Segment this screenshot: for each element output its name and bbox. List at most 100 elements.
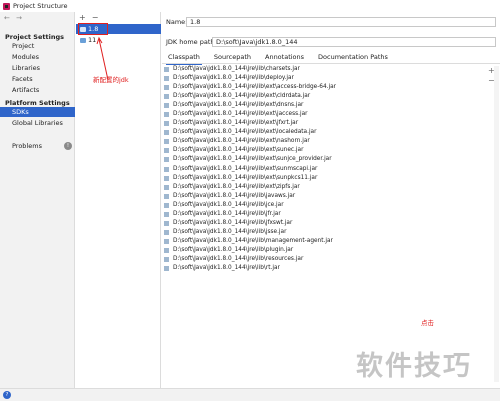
classpath-entry: D:\soft\Java\jdk1.8.0_144\jre\lib\rt.jar	[173, 265, 280, 272]
name-label: Name:	[166, 18, 188, 26]
title-bar: Project Structure	[0, 0, 500, 12]
classpath-row[interactable]: D:\soft\Java\jdk1.8.0_144\jre\lib\deploy…	[162, 74, 482, 83]
jar-icon	[164, 247, 169, 253]
classpath-entry: D:\soft\Java\jdk1.8.0_144\jre\lib\deploy…	[173, 75, 294, 82]
classpath-entry: D:\soft\Java\jdk1.8.0_144\jre\lib\javaws…	[173, 192, 296, 199]
classpath-entry: D:\soft\Java\jdk1.8.0_144\jre\lib\ext\ac…	[173, 84, 337, 91]
classpath-entry: D:\soft\Java\jdk1.8.0_144\jre\lib\plugin…	[173, 246, 294, 253]
new-jdk-annotation: 新配置的jdk	[93, 76, 129, 84]
jar-icon	[164, 184, 169, 190]
jar-icon	[164, 220, 169, 226]
jar-icon	[164, 257, 169, 262]
jar-icon	[164, 266, 169, 272]
classpath-list: D:\soft\Java\jdk1.8.0_144\jre\lib\charse…	[162, 65, 482, 273]
sdk-toolbar: + −	[79, 13, 98, 22]
classpath-row[interactable]: D:\soft\Java\jdk1.8.0_144\jre\lib\manage…	[162, 237, 482, 246]
classpath-row[interactable]: D:\soft\Java\jdk1.8.0_144\jre\lib\charse…	[162, 65, 482, 74]
classpath-entry: D:\soft\Java\jdk1.8.0_144\jre\lib\ext\dn…	[173, 102, 304, 109]
jar-icon	[164, 229, 169, 235]
classpath-row[interactable]: D:\soft\Java\jdk1.8.0_144\jre\lib\plugin…	[162, 246, 482, 255]
classpath-row[interactable]: D:\soft\Java\jdk1.8.0_144\jre\lib\ext\su…	[162, 146, 482, 155]
classpath-entry: D:\soft\Java\jdk1.8.0_144\jre\lib\ext\zi…	[173, 183, 300, 190]
classpath-entry: D:\soft\Java\jdk1.8.0_144\jre\lib\ext\na…	[173, 138, 310, 145]
classpath-row[interactable]: D:\soft\Java\jdk1.8.0_144\jre\lib\ext\ja…	[162, 110, 482, 119]
classpath-row[interactable]: D:\soft\Java\jdk1.8.0_144\jre\lib\resour…	[162, 255, 482, 264]
classpath-entry: D:\soft\Java\jdk1.8.0_144\jre\lib\ext\su…	[173, 156, 332, 163]
classpath-scrollbar[interactable]	[494, 66, 499, 382]
platform-settings-header: Platform Settings	[5, 99, 70, 107]
nav-item-project[interactable]: Project	[0, 41, 75, 51]
jar-icon	[164, 76, 169, 82]
name-field[interactable]: 1.8	[186, 17, 496, 27]
highlight-box	[78, 23, 108, 35]
watermark: 软件技巧	[356, 351, 472, 382]
classpath-entry: D:\soft\Java\jdk1.8.0_144\jre\lib\ext\ja…	[173, 111, 308, 118]
sdk-detail-panel: Name: 1.8 JDK home path: D:\soft\Java\jd…	[162, 12, 500, 390]
classpath-entry: D:\soft\Java\jdk1.8.0_144\jre\lib\manage…	[173, 237, 333, 244]
app-icon	[3, 2, 10, 10]
classpath-entry: D:\soft\Java\jdk1.8.0_144\jre\lib\charse…	[173, 66, 300, 72]
classpath-entry: D:\soft\Java\jdk1.8.0_144\jre\lib\jsse.j…	[173, 228, 287, 235]
classpath-row[interactable]: D:\soft\Java\jdk1.8.0_144\jre\lib\ext\zi…	[162, 183, 482, 192]
classpath-row[interactable]: D:\soft\Java\jdk1.8.0_144\jre\lib\ext\na…	[162, 137, 482, 146]
classpath-entry: D:\soft\Java\jdk1.8.0_144\jre\lib\jfr.ja…	[173, 210, 281, 217]
nav-item-libraries[interactable]: Libraries	[0, 63, 75, 73]
nav-item-sdks[interactable]: SDKs	[0, 107, 75, 117]
jdk-folder-icon	[80, 37, 86, 43]
jar-icon	[164, 148, 169, 154]
classpath-entry: D:\soft\Java\jdk1.8.0_144\jre\lib\jfxswt…	[173, 219, 293, 226]
classpath-row[interactable]: D:\soft\Java\jdk1.8.0_144\jre\lib\jsse.j…	[162, 228, 482, 237]
jar-icon	[164, 67, 169, 73]
sdk-item-11[interactable]: 11	[76, 35, 161, 45]
jar-icon	[164, 193, 169, 199]
click-annotation: 点击	[421, 319, 434, 327]
jar-icon	[164, 130, 169, 136]
classpath-entry: D:\soft\Java\jdk1.8.0_144\jre\lib\jce.ja…	[173, 201, 284, 208]
back-forward-arrows-icon[interactable]: ← →	[4, 14, 24, 22]
classpath-row[interactable]: D:\soft\Java\jdk1.8.0_144\jre\lib\jfxswt…	[162, 219, 482, 228]
classpath-row[interactable]: D:\soft\Java\jdk1.8.0_144\jre\lib\ext\su…	[162, 155, 482, 164]
classpath-entry: D:\soft\Java\jdk1.8.0_144\jre\lib\ext\su…	[173, 174, 318, 181]
status-bar: ?	[0, 388, 500, 401]
sdk-list-panel: + − 1.8 11 新配置的jdk	[76, 12, 161, 390]
jar-icon	[164, 238, 169, 244]
jar-icon	[164, 157, 169, 163]
classpath-row[interactable]: D:\soft\Java\jdk1.8.0_144\jre\lib\ext\su…	[162, 174, 482, 183]
classpath-row[interactable]: D:\soft\Java\jdk1.8.0_144\jre\lib\ext\jf…	[162, 119, 482, 128]
help-icon[interactable]: ?	[3, 391, 11, 399]
classpath-row[interactable]: D:\soft\Java\jdk1.8.0_144\jre\lib\ext\dn…	[162, 101, 482, 110]
classpath-row[interactable]: D:\soft\Java\jdk1.8.0_144\jre\lib\rt.jar	[162, 264, 482, 273]
nav-item-modules[interactable]: Modules	[0, 52, 75, 62]
jar-icon	[164, 103, 169, 109]
jar-icon	[164, 139, 169, 145]
jdk-home-label: JDK home path:	[166, 38, 217, 46]
classpath-entry: D:\soft\Java\jdk1.8.0_144\jre\lib\resour…	[173, 255, 304, 262]
classpath-row[interactable]: D:\soft\Java\jdk1.8.0_144\jre\lib\ext\lo…	[162, 128, 482, 137]
add-sdk-button[interactable]: +	[79, 13, 86, 22]
nav-item-global-libraries[interactable]: Global Libraries	[0, 118, 75, 128]
jar-icon	[164, 175, 169, 181]
jar-icon	[164, 112, 169, 118]
jdk-home-path-field[interactable]: D:\soft\Java\jdk1.8.0_144	[212, 37, 496, 47]
classpath-entry: D:\soft\Java\jdk1.8.0_144\jre\lib\ext\su…	[173, 147, 304, 154]
classpath-row[interactable]: D:\soft\Java\jdk1.8.0_144\jre\lib\ext\ac…	[162, 83, 482, 92]
jar-icon	[164, 166, 169, 172]
remove-sdk-button[interactable]: −	[92, 13, 99, 22]
classpath-entry: D:\soft\Java\jdk1.8.0_144\jre\lib\ext\cl…	[173, 93, 311, 100]
classpath-row[interactable]: D:\soft\Java\jdk1.8.0_144\jre\lib\jfr.ja…	[162, 210, 482, 219]
classpath-row[interactable]: D:\soft\Java\jdk1.8.0_144\jre\lib\ext\su…	[162, 165, 482, 174]
classpath-row[interactable]: D:\soft\Java\jdk1.8.0_144\jre\lib\jce.ja…	[162, 201, 482, 210]
classpath-row[interactable]: D:\soft\Java\jdk1.8.0_144\jre\lib\ext\cl…	[162, 92, 482, 101]
jar-icon	[164, 202, 169, 208]
jar-icon	[164, 211, 169, 217]
jar-icon	[164, 85, 169, 91]
nav-item-facets[interactable]: Facets	[0, 74, 75, 84]
jar-icon	[164, 94, 169, 100]
classpath-row[interactable]: D:\soft\Java\jdk1.8.0_144\jre\lib\javaws…	[162, 192, 482, 201]
problems-warning-icon: !	[64, 142, 72, 150]
classpath-entry: D:\soft\Java\jdk1.8.0_144\jre\lib\ext\lo…	[173, 129, 317, 136]
window-title: Project Structure	[13, 2, 68, 10]
classpath-entry: D:\soft\Java\jdk1.8.0_144\jre\lib\ext\su…	[173, 165, 318, 172]
settings-nav: ← → Project Settings Project Modules Lib…	[0, 12, 75, 390]
nav-item-artifacts[interactable]: Artifacts	[0, 85, 75, 95]
